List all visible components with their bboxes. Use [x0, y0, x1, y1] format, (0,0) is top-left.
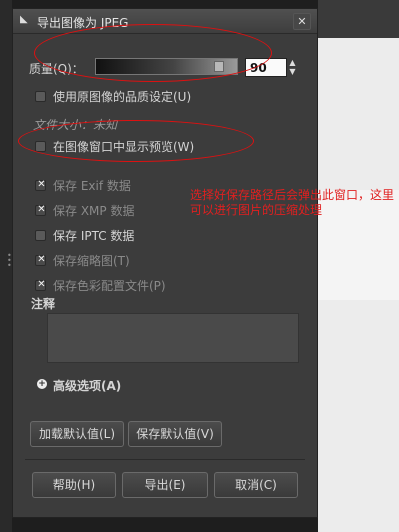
option-checkbox[interactable]	[35, 204, 47, 216]
quality-slider[interactable]	[95, 58, 238, 75]
expander-plus-icon[interactable]: +	[37, 379, 47, 389]
notes-textarea[interactable]	[47, 313, 299, 363]
close-button[interactable]: ✕	[293, 13, 311, 30]
option-checkbox[interactable]	[35, 279, 47, 291]
option-checkbox[interactable]	[35, 254, 47, 266]
use-original-quality-label[interactable]: 使用原图像的品质设定(U)	[53, 88, 191, 105]
option-label[interactable]: 保存 Exif 数据	[53, 177, 131, 194]
export-button[interactable]: 导出(E)	[122, 472, 208, 498]
button-separator	[25, 459, 305, 460]
show-preview-label[interactable]: 在图像窗口中显示预览(W)	[53, 138, 194, 155]
option-label[interactable]: 保存 XMP 数据	[53, 202, 134, 219]
load-defaults-button[interactable]: 加载默认值(L)	[30, 421, 124, 447]
cancel-button[interactable]: 取消(C)	[214, 472, 298, 498]
collapse-arrow-icon: ◣	[20, 14, 28, 25]
use-original-quality-checkbox[interactable]	[35, 91, 46, 102]
show-preview-checkbox[interactable]	[35, 141, 46, 152]
save-defaults-button[interactable]: 保存默认值(V)	[128, 421, 222, 447]
export-jpeg-dialog: ◣ 导出图像为 JPEG ✕ 质量(Q)： 90 ▲ ▼ 使用原图像的品质设定(U…	[12, 8, 318, 518]
advanced-options-toggle[interactable]: 高级选项(A)	[53, 377, 121, 394]
quality-slider-thumb[interactable]	[214, 61, 224, 72]
option-label[interactable]: 保存色彩配置文件(P)	[53, 277, 166, 294]
resize-handle-icon[interactable]: • • •	[7, 252, 12, 270]
quality-spin-arrows-icon[interactable]: ▲ ▼	[287, 58, 298, 77]
quality-spin-input[interactable]: 90	[245, 58, 287, 77]
help-button[interactable]: 帮助(H)	[32, 472, 116, 498]
annotation-note: 选择好保存路径后会弹出此窗口，这里可以进行图片的压缩处理	[190, 188, 395, 217]
title-bar[interactable]: ◣ 导出图像为 JPEG ✕	[13, 9, 317, 34]
quality-label: 质量(Q)：	[29, 62, 84, 76]
file-size-label: 文件大小：未知	[33, 118, 118, 132]
option-checkbox[interactable]	[35, 179, 47, 191]
notes-label: 注释	[31, 297, 56, 311]
background-right-toolbar	[318, 0, 399, 38]
option-label[interactable]: 保存缩略图(T)	[53, 252, 130, 269]
option-label[interactable]: 保存 IPTC 数据	[53, 227, 134, 244]
option-checkbox[interactable]	[35, 230, 46, 241]
dialog-title: 导出图像为 JPEG	[37, 16, 129, 30]
